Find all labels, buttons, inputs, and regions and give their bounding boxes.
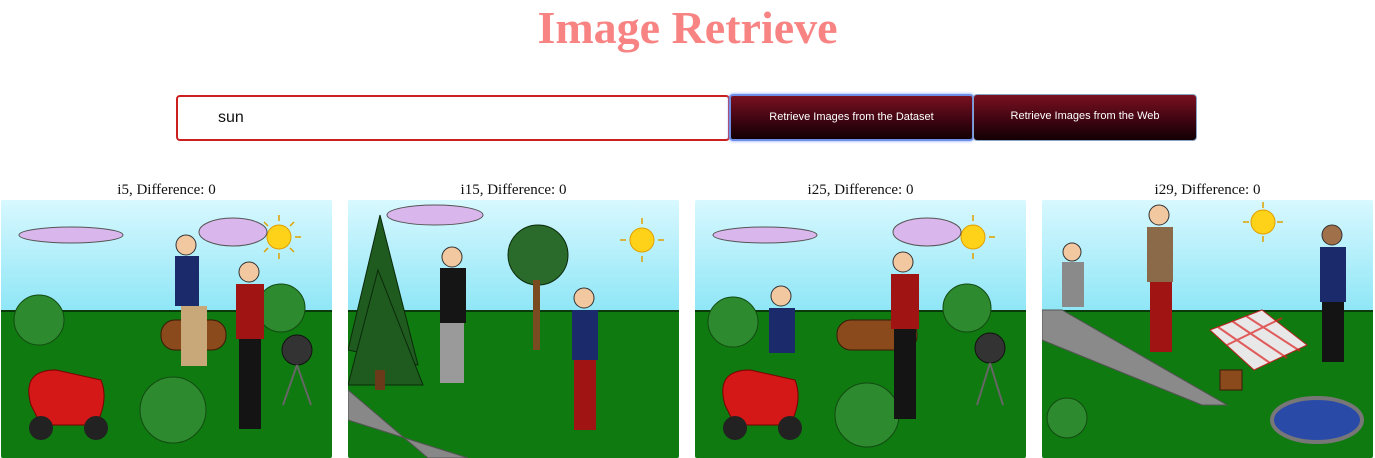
retrieve-web-button[interactable]: Retrieve Images from the Web xyxy=(973,94,1197,141)
result-image-i29[interactable] xyxy=(1042,200,1373,458)
result-card-i29[interactable]: i29, Difference: 0 xyxy=(1042,180,1373,458)
result-image-i15[interactable] xyxy=(348,200,679,458)
result-image-i5[interactable] xyxy=(1,200,332,458)
result-label: i29, Difference: 0 xyxy=(1154,182,1261,198)
result-label: i15, Difference: 0 xyxy=(460,182,567,198)
retrieve-dataset-button[interactable]: Retrieve Images from the Dataset xyxy=(729,94,974,141)
result-card-i25[interactable]: i25, Difference: 0 xyxy=(695,180,1026,458)
page-title: Image Retrieve xyxy=(537,2,838,53)
result-label: i25, Difference: 0 xyxy=(807,182,914,198)
result-card-i5[interactable]: i5, Difference: 0 xyxy=(1,180,332,458)
search-input[interactable] xyxy=(176,95,730,141)
result-label: i5, Difference: 0 xyxy=(117,182,216,198)
result-image-i25[interactable] xyxy=(695,200,1026,458)
result-card-i15[interactable]: i15, Difference: 0 xyxy=(348,180,679,458)
